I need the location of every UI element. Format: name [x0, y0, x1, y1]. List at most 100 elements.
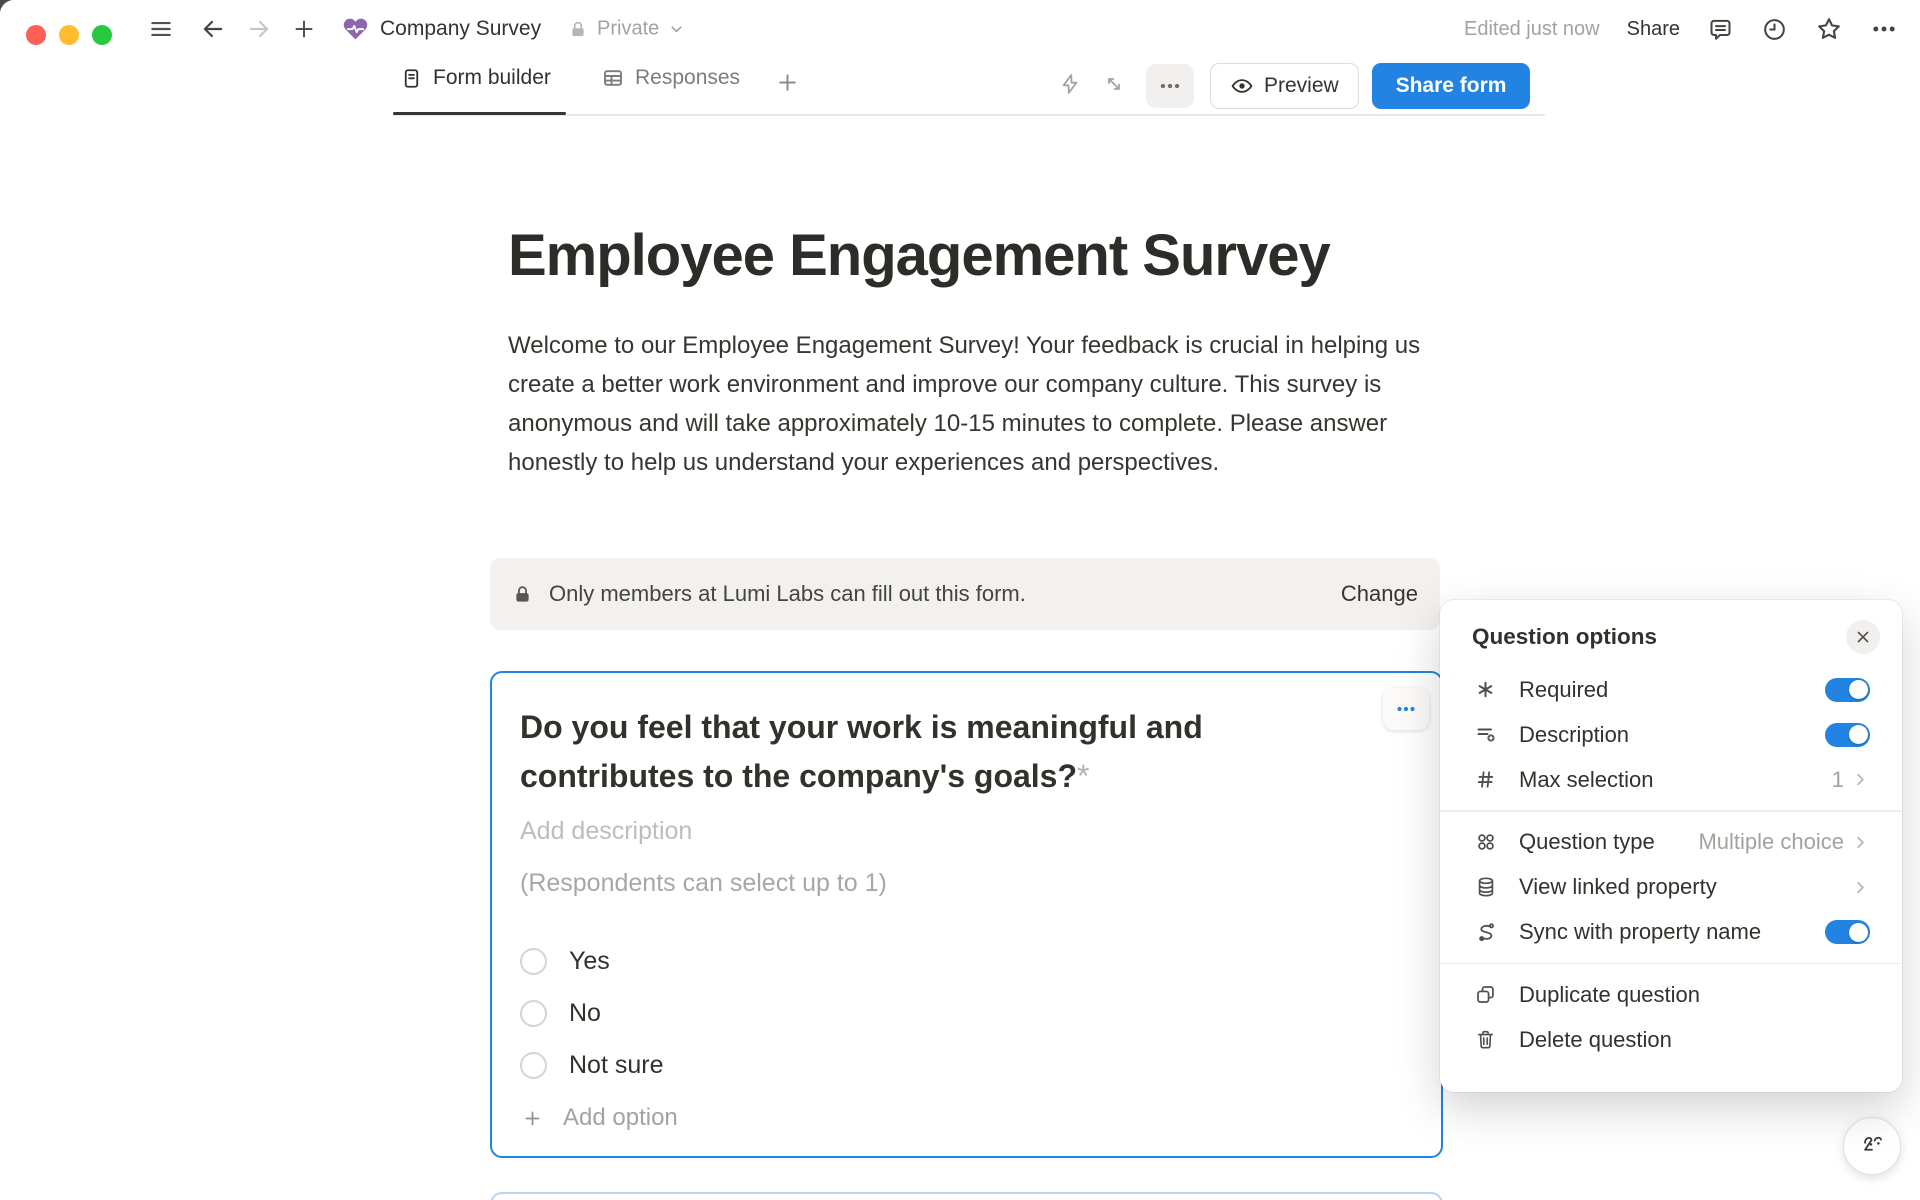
selection-note: (Respondents can select up to 1) [520, 869, 887, 898]
option-row[interactable]: No [520, 987, 663, 1039]
comment-icon [1707, 16, 1734, 43]
trash-icon [1472, 1028, 1499, 1051]
description-toggle[interactable] [1825, 723, 1870, 747]
question-title-text: Do you feel that your work is meaningful… [520, 709, 1203, 794]
forward-button[interactable] [246, 16, 272, 42]
share-form-label: Share form [1396, 74, 1507, 98]
titlebar: Company Survey Private Edited just now S… [0, 0, 1920, 58]
panel-row-label: Question type [1519, 829, 1698, 855]
panel-row-description[interactable]: Description [1456, 712, 1886, 757]
expand-button[interactable] [1102, 72, 1126, 96]
sync-icon [1472, 920, 1499, 944]
minimize-window-button[interactable] [59, 25, 79, 45]
lightning-icon [1058, 72, 1082, 96]
question-title[interactable]: Do you feel that your work is meaningful… [520, 703, 1365, 801]
description-icon [1472, 723, 1499, 747]
question-card[interactable]: Do you feel that your work is meaningful… [490, 671, 1443, 1158]
question-options-list: Yes No Not sure [520, 935, 663, 1091]
favorite-button[interactable] [1815, 15, 1843, 43]
clock-icon [1761, 16, 1788, 43]
chevron-right-icon [1851, 878, 1870, 897]
tab-label: Form builder [433, 66, 551, 90]
notion-ai-button[interactable] [1843, 1117, 1901, 1175]
radio-circle[interactable] [520, 948, 547, 975]
new-page-button[interactable] [292, 17, 316, 41]
panel-divider [1440, 810, 1902, 812]
window-controls [26, 25, 112, 45]
access-notice-bar: Only members at Lumi Labs can fill out t… [490, 558, 1440, 630]
asterisk-icon [1472, 678, 1499, 701]
chevron-right-icon [1851, 833, 1870, 852]
add-tab-button[interactable] [775, 70, 800, 95]
question-more-button[interactable] [1383, 688, 1429, 730]
table-icon [601, 66, 625, 90]
notion-ai-face-icon [1855, 1129, 1889, 1163]
preview-button[interactable]: Preview [1210, 63, 1359, 109]
expand-diagonal-icon [1102, 72, 1126, 96]
ellipsis-icon [1157, 73, 1183, 99]
ellipsis-icon [1870, 15, 1898, 43]
question-description-placeholder[interactable]: Add description [520, 817, 692, 846]
comments-button[interactable] [1707, 16, 1734, 43]
panel-row-duplicate-question[interactable]: Duplicate question [1456, 972, 1886, 1017]
panel-row-required[interactable]: Required [1456, 667, 1886, 712]
page-icon-button[interactable] [342, 16, 369, 43]
panel-divider [1440, 963, 1902, 965]
panel-row-label: Max selection [1519, 767, 1832, 793]
panel-close-button[interactable] [1846, 620, 1880, 654]
pulse-heart-icon [342, 16, 369, 43]
tab-label: Responses [635, 66, 740, 90]
form-description[interactable]: Welcome to our Employee Engagement Surve… [508, 326, 1430, 482]
close-window-button[interactable] [26, 25, 46, 45]
back-button[interactable] [200, 16, 226, 42]
breadcrumb-doc-title[interactable]: Company Survey [380, 17, 541, 41]
radio-circle[interactable] [520, 1000, 547, 1027]
ellipsis-icon [1394, 697, 1418, 721]
panel-row-delete-question[interactable]: Delete question [1456, 1017, 1886, 1062]
panel-row-max-selection[interactable]: Max selection 1 [1456, 757, 1886, 802]
history-button[interactable] [1761, 16, 1788, 43]
access-notice-text: Only members at Lumi Labs can fill out t… [549, 581, 1341, 607]
option-label[interactable]: Yes [569, 947, 610, 976]
star-icon [1815, 15, 1843, 43]
chevron-down-icon [668, 21, 685, 38]
form-title[interactable]: Employee Engagement Survey [508, 222, 1330, 289]
tab-responses[interactable]: Responses [601, 66, 740, 90]
panel-row-sync-property-name[interactable]: Sync with property name [1456, 910, 1886, 955]
share-button[interactable]: Share [1627, 18, 1680, 41]
privacy-dropdown[interactable]: Private [568, 18, 685, 41]
lock-icon [512, 584, 533, 605]
required-toggle[interactable] [1825, 678, 1870, 702]
access-change-button[interactable]: Change [1341, 581, 1418, 607]
automations-button[interactable] [1058, 72, 1082, 96]
panel-row-label: Duplicate question [1519, 982, 1870, 1008]
privacy-label: Private [597, 18, 659, 41]
plus-icon [522, 1108, 543, 1129]
add-option-button[interactable]: Add option [522, 1093, 678, 1143]
duplicate-icon [1472, 983, 1499, 1006]
plus-icon [775, 70, 800, 95]
panel-title: Question options [1472, 624, 1657, 650]
option-label[interactable]: No [569, 999, 601, 1028]
panel-row-view-linked-property[interactable]: View linked property [1456, 865, 1886, 910]
panel-row-label: Delete question [1519, 1027, 1870, 1053]
share-form-button[interactable]: Share form [1372, 63, 1530, 109]
panel-row-question-type[interactable]: Question type Multiple choice [1456, 820, 1886, 865]
tab-form-builder[interactable]: Form builder [400, 66, 551, 90]
radio-circle[interactable] [520, 1052, 547, 1079]
sync-property-toggle[interactable] [1825, 920, 1870, 944]
database-icon [1472, 875, 1499, 899]
app-window: Company Survey Private Edited just now S… [0, 0, 1920, 1200]
zoom-window-button[interactable] [92, 25, 112, 45]
option-row[interactable]: Not sure [520, 1039, 663, 1091]
question-type-value: Multiple choice [1698, 829, 1844, 855]
form-more-options-button[interactable] [1146, 64, 1194, 108]
panel-row-label: View linked property [1519, 874, 1851, 900]
more-menu-button[interactable] [1870, 15, 1898, 43]
option-row[interactable]: Yes [520, 935, 663, 987]
back-arrow-icon [200, 16, 226, 42]
option-label[interactable]: Not sure [569, 1051, 663, 1080]
next-question-card-edge[interactable] [490, 1192, 1443, 1200]
sidebar-menu-button[interactable] [148, 16, 174, 42]
plus-icon [292, 17, 316, 41]
